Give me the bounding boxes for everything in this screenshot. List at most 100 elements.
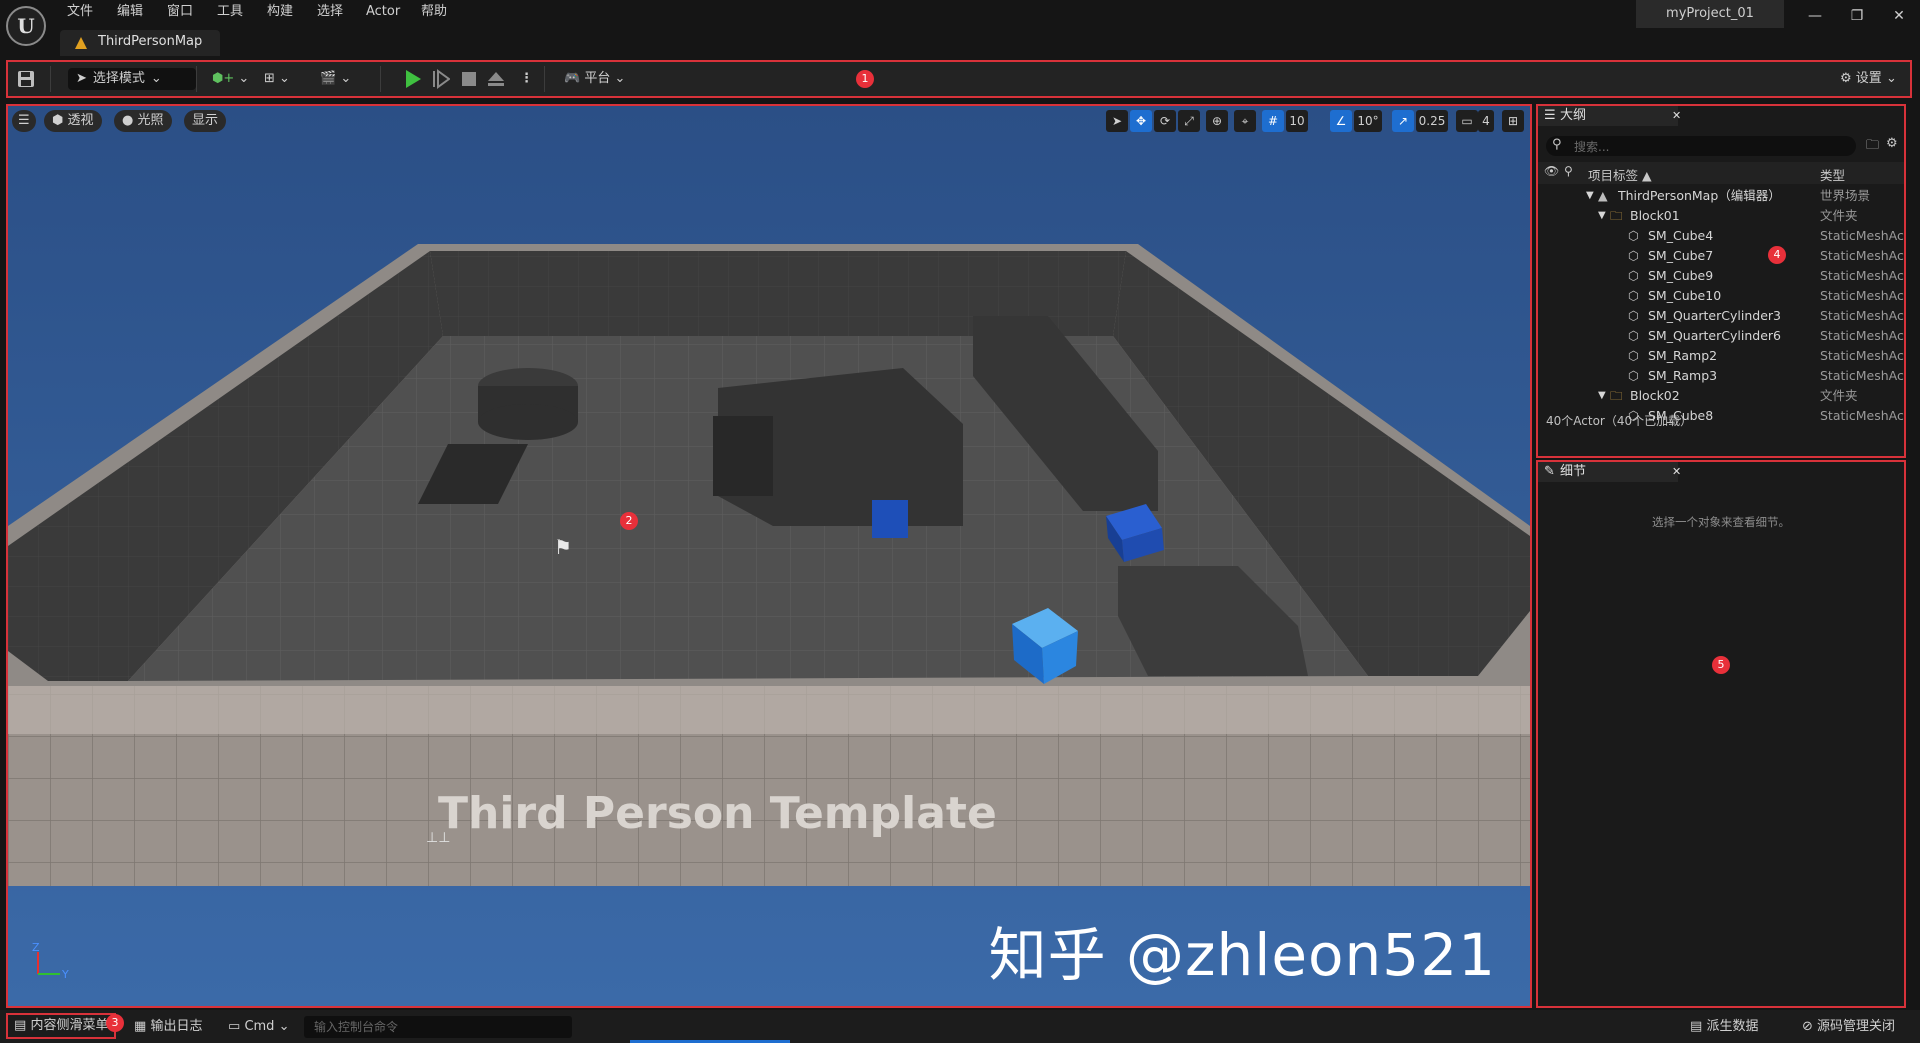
- eye-icon[interactable]: 👁: [1544, 164, 1559, 178]
- camera-speed-icon[interactable]: ▭: [1456, 110, 1478, 132]
- more-options-icon[interactable]: ⋮: [520, 68, 533, 90]
- step-icon[interactable]: [432, 69, 450, 89]
- cmd-dropdown[interactable]: ▭ Cmd ⌄: [228, 1016, 289, 1038]
- rotation-snap-value[interactable]: 10°: [1354, 110, 1382, 132]
- blueprint-button[interactable]: ⊞ ⌄: [264, 68, 290, 90]
- menu-build[interactable]: 构建: [267, 2, 293, 22]
- outliner-row-type: StaticMeshAct: [1820, 248, 1906, 263]
- scale-tool-icon[interactable]: ⤢: [1178, 110, 1200, 132]
- grid-snap-value[interactable]: 10: [1286, 110, 1308, 132]
- console-placeholder: 输入控制台命令: [314, 1020, 399, 1034]
- console-input[interactable]: 输入控制台命令: [304, 1016, 572, 1038]
- camera-speed-value[interactable]: 4: [1478, 110, 1494, 132]
- outliner-row[interactable]: ⬡ SM_QuarterCylinder3 StaticMeshAct: [1538, 306, 1904, 326]
- search-input[interactable]: ⚲ 搜索...: [1546, 136, 1856, 156]
- cinematics-button[interactable]: 🎬 ⌄: [320, 68, 351, 90]
- tab-details[interactable]: ✎ 细节 ✕: [1538, 462, 1681, 482]
- floor-template-text: Third Person Template: [438, 788, 997, 839]
- select-mode-dropdown[interactable]: ➤ 选择模式 ⌄: [68, 68, 196, 90]
- outliner-row[interactable]: ⬡ SM_Cube4 StaticMeshAct: [1538, 226, 1904, 246]
- output-log-button[interactable]: ▦ 输出日志: [134, 1016, 202, 1038]
- outliner-row[interactable]: ⬡ SM_Cube9 StaticMeshAct: [1538, 266, 1904, 286]
- outliner-row-name: ThirdPersonMap（编辑器）: [1618, 188, 1781, 203]
- translate-tool-icon[interactable]: ✥: [1130, 110, 1152, 132]
- menu-select[interactable]: 选择: [317, 2, 343, 22]
- grid-snap-icon[interactable]: #: [1262, 110, 1284, 132]
- col-label[interactable]: 项目标签 ▲: [1588, 165, 1652, 184]
- outliner-row-type: 文件夹: [1820, 388, 1858, 403]
- drawer-icon: ▤: [14, 1018, 27, 1033]
- scale-snap-icon[interactable]: ↗: [1392, 110, 1414, 132]
- platform-dropdown[interactable]: 🎮 平台 ⌄: [564, 68, 625, 90]
- outliner-row-type: StaticMeshAct: [1820, 308, 1906, 323]
- outliner-row[interactable]: ▼ ▲ ThirdPersonMap（编辑器） 世界场景: [1538, 186, 1904, 206]
- gamepad-icon: 🎮: [564, 71, 581, 86]
- lit-button[interactable]: ● 光照: [114, 110, 172, 132]
- source-control-button[interactable]: ⊘ 源码管理关闭: [1802, 1016, 1895, 1038]
- play-icon[interactable]: [404, 69, 422, 89]
- rotate-tool-icon[interactable]: ⟳: [1154, 110, 1176, 132]
- axis-z-label: Z: [32, 941, 40, 954]
- pin-icon[interactable]: ⚲: [1564, 164, 1573, 178]
- world-local-icon[interactable]: ⊕: [1206, 110, 1228, 132]
- outliner-row[interactable]: ⬡ SM_Ramp3 StaticMeshAct: [1538, 366, 1904, 386]
- outliner-row-type: StaticMeshAct: [1820, 288, 1906, 303]
- source-control-label: 源码管理关闭: [1817, 1019, 1896, 1034]
- menu-file[interactable]: 文件: [67, 2, 93, 22]
- outliner-tab-label: 大纲: [1560, 108, 1587, 123]
- outliner-row[interactable]: ⬡ SM_Cube10 StaticMeshAct: [1538, 286, 1904, 306]
- add-cube-icon: ⬢+: [212, 71, 235, 86]
- rotation-snap-icon[interactable]: ∠: [1330, 110, 1352, 132]
- annotation-badge: 3: [106, 1014, 124, 1032]
- lit-label: 光照: [137, 113, 164, 128]
- menu-tools[interactable]: 工具: [217, 2, 243, 22]
- expand-arrow-icon[interactable]: ▼: [1586, 186, 1594, 206]
- viewport-menu-icon[interactable]: ☰: [12, 110, 36, 132]
- close-window-button[interactable]: ✕: [1884, 5, 1914, 27]
- outliner-row-type: 文件夹: [1820, 208, 1858, 223]
- perspective-button[interactable]: ⬢ 透视: [44, 110, 102, 132]
- show-button[interactable]: 显示: [184, 110, 227, 132]
- menu-help[interactable]: 帮助: [421, 2, 447, 22]
- add-actor-button[interactable]: ⬢+ ⌄: [212, 68, 249, 90]
- outliner-row[interactable]: ⬡ SM_QuarterCylinder6 StaticMeshAct: [1538, 326, 1904, 346]
- clapper-icon: 🎬: [320, 71, 337, 86]
- folder-icon: 🗀: [1610, 208, 1623, 223]
- player-start-icon[interactable]: ⚑: [554, 535, 572, 559]
- outliner-row[interactable]: ⬡ SM_Cube7 StaticMeshAct: [1538, 246, 1904, 266]
- restore-button[interactable]: ❐: [1842, 5, 1872, 27]
- menu-window[interactable]: 窗口: [167, 2, 193, 22]
- unreal-logo-icon[interactable]: U: [6, 6, 46, 46]
- menu-edit[interactable]: 编辑: [117, 2, 143, 22]
- close-icon[interactable]: ✕: [1672, 106, 1681, 126]
- eject-icon[interactable]: [486, 69, 506, 89]
- outliner-row[interactable]: ▼ 🗀 Block01 文件夹: [1538, 206, 1904, 226]
- outliner-row-name: SM_Ramp3: [1648, 368, 1718, 383]
- layout-icon[interactable]: ⊞: [1502, 110, 1524, 132]
- surface-snap-icon[interactable]: ⌖: [1234, 110, 1256, 132]
- minimize-button[interactable]: —: [1800, 5, 1830, 27]
- expand-arrow-icon[interactable]: ▼: [1598, 386, 1606, 406]
- col-type[interactable]: 类型: [1820, 165, 1845, 184]
- content-drawer-button[interactable]: ▤ 内容侧滑菜单: [6, 1013, 117, 1039]
- menu-actor[interactable]: Actor: [366, 2, 400, 22]
- close-icon[interactable]: ✕: [1672, 462, 1681, 482]
- save-icon[interactable]: [16, 69, 36, 89]
- level-viewport[interactable]: ⚑ Third Person Template ⊥⊥ Z Y ☰ ⬢ 透视 ● …: [6, 104, 1532, 1008]
- outliner-row-name: SM_QuarterCylinder3: [1648, 308, 1781, 323]
- scale-snap-value[interactable]: 0.25: [1416, 110, 1448, 132]
- select-tool-icon[interactable]: ➤: [1106, 110, 1128, 132]
- map-icon: ▲: [1598, 188, 1608, 203]
- add-folder-icon[interactable]: 🗀: [1866, 136, 1879, 158]
- tab-outliner[interactable]: ☰ 大纲 ✕: [1538, 106, 1681, 126]
- expand-arrow-icon[interactable]: ▼: [1598, 206, 1606, 226]
- outliner-row[interactable]: ▼ 🗀 Block02 文件夹: [1538, 386, 1904, 406]
- outliner-row-name: SM_Cube10: [1648, 288, 1722, 303]
- gear-icon[interactable]: ⚙: [1886, 136, 1898, 151]
- mesh-icon: ⬡: [1628, 368, 1639, 383]
- outliner-row[interactable]: ⬡ SM_Ramp2 StaticMeshAct: [1538, 346, 1904, 366]
- stop-icon[interactable]: [460, 70, 478, 88]
- settings-button[interactable]: ⚙ 设置 ⌄: [1840, 68, 1897, 90]
- derived-data-button[interactable]: ▤ 派生数据: [1690, 1016, 1758, 1038]
- tab-map[interactable]: ThirdPersonMap: [60, 30, 220, 56]
